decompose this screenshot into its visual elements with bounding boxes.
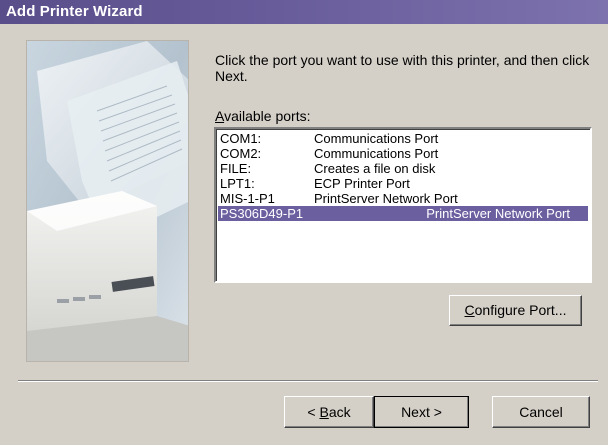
- port-description: Creates a file on disk: [314, 161, 436, 176]
- configure-accelerator: C: [464, 302, 475, 318]
- port-description: Communications Port: [314, 146, 439, 161]
- port-row-selected[interactable]: PS306D49-P1 PrintServer Network Port: [218, 206, 588, 221]
- printer-illustration-icon: [27, 41, 188, 361]
- ports-label-accelerator: A: [215, 108, 225, 124]
- available-ports-listbox[interactable]: COM1: Communications Port COM2: Communic…: [214, 127, 592, 283]
- next-button[interactable]: Next >: [374, 396, 469, 428]
- divider: [18, 380, 598, 382]
- configure-port-button[interactable]: Configure Port...: [449, 295, 582, 326]
- port-row[interactable]: COM1: Communications Port: [218, 131, 588, 146]
- available-ports-label: Available ports:: [215, 108, 310, 124]
- back-button[interactable]: < Back: [284, 396, 374, 428]
- window-title: Add Printer Wizard: [6, 3, 143, 20]
- port-name: MIS-1-P1: [220, 191, 275, 206]
- port-name: FILE:: [220, 161, 252, 176]
- port-description: Communications Port: [314, 131, 439, 146]
- configure-label: onfigure Port...: [474, 302, 567, 318]
- back-prefix: <: [307, 404, 320, 420]
- port-row[interactable]: COM2: Communications Port: [218, 146, 588, 161]
- port-row[interactable]: MIS-1-P1 PrintServer Network Port: [218, 191, 588, 206]
- port-name: LPT1:: [220, 176, 255, 191]
- port-description: PrintServer Network Port: [426, 206, 570, 221]
- ports-label-text: vailable ports:: [224, 108, 311, 124]
- back-accelerator: B: [319, 404, 329, 420]
- port-name: COM2:: [220, 146, 262, 161]
- port-name: PS306D49-P1: [220, 206, 304, 221]
- port-row[interactable]: FILE: Creates a file on disk: [218, 161, 588, 176]
- port-row[interactable]: LPT1: ECP Printer Port: [218, 176, 588, 191]
- port-name: COM1:: [220, 131, 262, 146]
- instruction-text: Click the port you want to use with this…: [215, 52, 590, 84]
- printer-illustration: [26, 40, 189, 362]
- port-description: PrintServer Network Port: [314, 191, 458, 206]
- back-label: ack: [328, 404, 351, 420]
- add-printer-wizard-window: Add Printer Wizard Click the port you wa…: [0, 0, 608, 445]
- title-bar[interactable]: Add Printer Wizard: [0, 0, 608, 24]
- cancel-button[interactable]: Cancel: [492, 396, 590, 428]
- port-description: ECP Printer Port: [314, 176, 410, 191]
